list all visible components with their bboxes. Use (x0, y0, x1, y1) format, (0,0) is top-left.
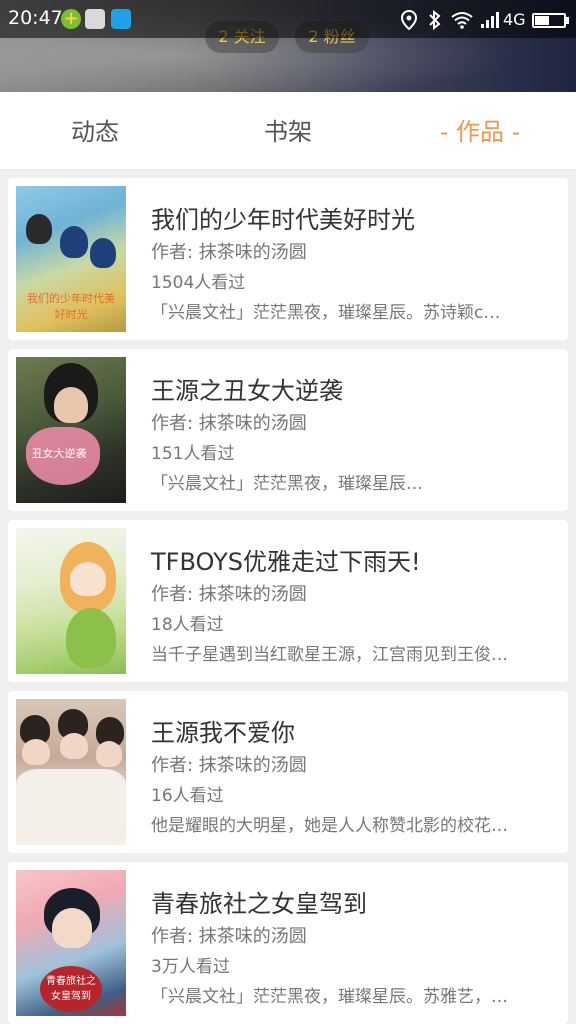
work-title[interactable]: 我们的少年时代美好时光 (151, 200, 415, 235)
book-cover[interactable] (16, 699, 126, 845)
work-card[interactable]: 我们的少年时代美好时光 我们的少年时代美好时光 作者: 抹茶味的汤圆 1504人… (8, 178, 568, 340)
profile-tabs: 动态 书架 - 作品 - (0, 92, 576, 170)
book-cover[interactable]: 青春旅社之女皇驾到 (16, 870, 126, 1016)
work-card[interactable]: TFBOYS优雅走过下雨天! 作者: 抹茶味的汤圆 18人看过 当千子星遇到当红… (8, 520, 568, 682)
app-notification-icon (85, 9, 105, 29)
tab-works[interactable]: - 作品 - (415, 92, 545, 170)
work-views: 18人看过 (151, 615, 224, 635)
work-author: 作者: 抹茶味的汤圆 (151, 242, 307, 263)
cover-label: 我们的少年时代美好时光 (27, 292, 115, 321)
wifi-icon (451, 12, 473, 29)
work-title[interactable]: 青春旅社之女皇驾到 (151, 884, 367, 919)
book-cover[interactable] (16, 528, 126, 674)
tab-activity[interactable]: 动态 (30, 92, 160, 170)
work-description: 「兴晨文社」茫茫黑夜，璀璨星辰。苏雅艺，… (151, 987, 508, 1007)
cover-label: 青春旅社之女皇驾到 (46, 976, 96, 1002)
tab-bookshelf[interactable]: 书架 (223, 92, 353, 170)
work-views: 151人看过 (151, 444, 235, 464)
battery-tip (566, 17, 569, 24)
book-cover[interactable]: 丑女大逆袭 (16, 357, 126, 503)
battery-icon (532, 13, 566, 28)
work-description: 「兴晨文社」茫茫黑夜，璀璨星辰。苏诗颖c… (151, 303, 501, 323)
bluetooth-icon (429, 10, 441, 30)
work-views: 16人看过 (151, 786, 224, 806)
signal-icon (481, 12, 501, 28)
book-cover[interactable]: 我们的少年时代美好时光 (16, 186, 126, 332)
status-time: 20:47 (8, 7, 63, 29)
network-type: 4G (503, 10, 526, 29)
work-views: 1504人看过 (151, 273, 246, 293)
location-icon (400, 10, 418, 30)
work-author: 作者: 抹茶味的汤圆 (151, 413, 307, 434)
work-title[interactable]: TFBOYS优雅走过下雨天! (151, 542, 421, 577)
work-title[interactable]: 王源我不爱你 (151, 713, 295, 748)
message-icon (111, 9, 131, 29)
work-author: 作者: 抹茶味的汤圆 (151, 755, 307, 776)
work-card[interactable]: 王源我不爱你 作者: 抹茶味的汤圆 16人看过 他是耀眼的大明星，她是人人称赞北… (8, 691, 568, 853)
work-views: 3万人看过 (151, 957, 230, 977)
status-bar: 20:47 + 4G (0, 0, 576, 38)
work-author: 作者: 抹茶味的汤圆 (151, 926, 307, 947)
cover-label: 丑女大逆袭 (31, 447, 87, 460)
work-author: 作者: 抹茶味的汤圆 (151, 584, 307, 605)
app-plus-icon: + (61, 9, 81, 29)
work-card[interactable]: 丑女大逆袭 王源之丑女大逆袭 作者: 抹茶味的汤圆 151人看过 「兴晨文社」茫… (8, 349, 568, 511)
work-description: 「兴晨文社」茫茫黑夜，璀璨星辰… (151, 474, 423, 494)
work-card[interactable]: 青春旅社之女皇驾到 青春旅社之女皇驾到 作者: 抹茶味的汤圆 3万人看过 「兴晨… (8, 862, 568, 1024)
work-title[interactable]: 王源之丑女大逆袭 (151, 371, 343, 406)
work-description: 当千子星遇到当红歌星王源，江宫雨见到王俊… (151, 645, 508, 665)
work-description: 他是耀眼的大明星，她是人人称赞北影的校花… (151, 816, 508, 836)
